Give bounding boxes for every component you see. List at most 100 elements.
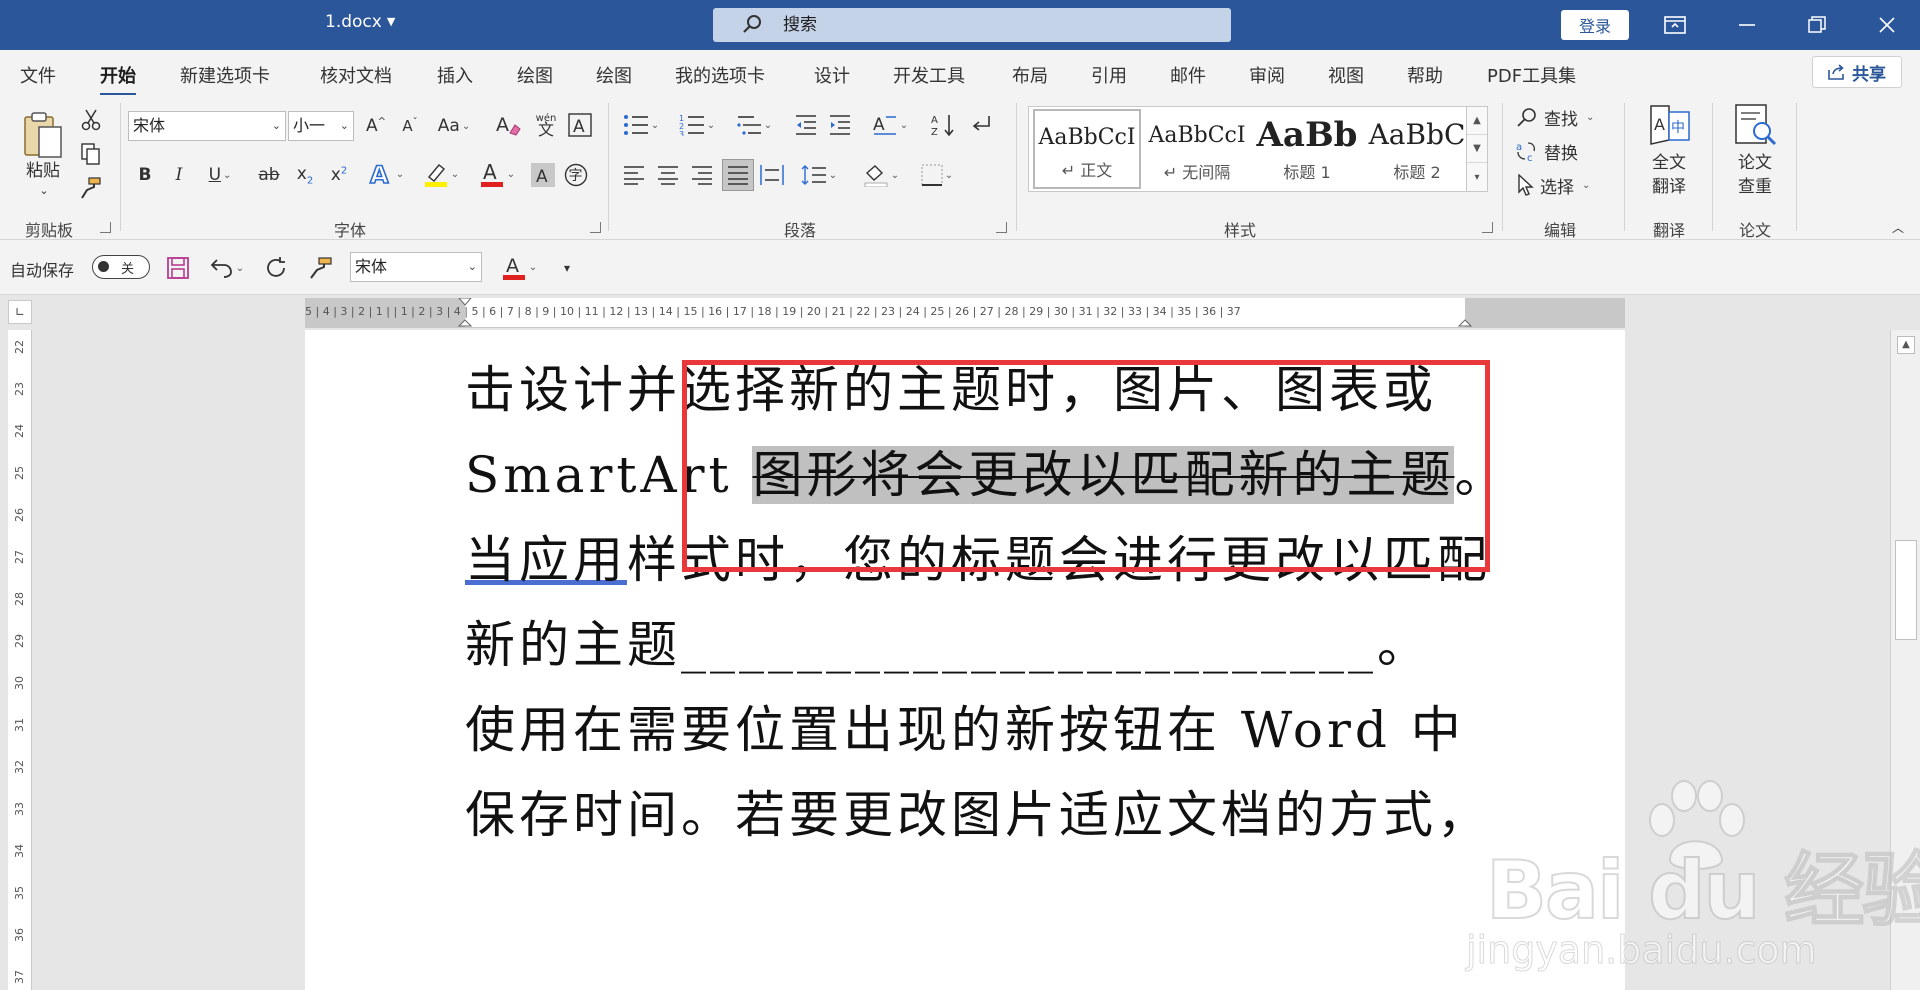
login-button[interactable]: 登录 <box>1561 10 1629 40</box>
tab-selector[interactable]: ∟ <box>8 300 32 324</box>
change-case-button[interactable]: Aa ⌄ <box>432 113 476 139</box>
style-normal[interactable]: AaBbCcI ↵ 正文 <box>1033 109 1141 189</box>
select-button[interactable]: 选择 ⌄ <box>1516 171 1606 199</box>
tab-layout[interactable]: 布局 <box>1012 62 1048 88</box>
paper-check-button[interactable] <box>1730 103 1780 147</box>
distributed-button[interactable] <box>758 161 786 189</box>
minimize-button[interactable] <box>1718 0 1776 50</box>
search-input[interactable] <box>783 11 1203 39</box>
document-page[interactable]: 击设计并选择新的主题时，图片、图表或 SmartArt 图形将会更改以匹配新的主… <box>305 330 1625 990</box>
tab-my-tab[interactable]: 我的选项卡 <box>675 62 765 88</box>
strikethrough-button[interactable]: ab <box>254 161 284 189</box>
redo-button[interactable] <box>262 254 292 282</box>
tab-insert[interactable]: 插入 <box>437 62 473 88</box>
indent-marker-icon[interactable] <box>457 298 473 328</box>
chinese-layout-button[interactable]: A ⌄ <box>866 111 914 139</box>
qat-font-name-combo[interactable]: 宋体 ⌄ <box>350 252 482 282</box>
paste-button[interactable] <box>18 105 68 165</box>
underline-button[interactable]: U ⌄ <box>200 161 240 189</box>
restore-button[interactable] <box>1788 0 1846 50</box>
style-heading-2[interactable]: AaBbC 标题 2 <box>1363 109 1471 189</box>
align-center-button[interactable] <box>654 161 682 189</box>
justify-button[interactable] <box>722 159 754 191</box>
tab-design[interactable]: 设计 <box>814 62 850 88</box>
tab-proofread[interactable]: 核对文档 <box>320 62 392 88</box>
tab-file[interactable]: 文件 <box>20 62 56 88</box>
format-painter-button[interactable] <box>78 175 104 201</box>
tab-draw-2[interactable]: 绘图 <box>596 62 632 88</box>
scroll-up-button[interactable]: ▲ <box>1897 336 1915 354</box>
tab-new-tab[interactable]: 新建选项卡 <box>180 62 270 88</box>
bullets-button[interactable]: ⌄ <box>618 111 664 139</box>
scrollbar-thumb[interactable] <box>1895 540 1917 640</box>
superscript-button[interactable]: x2 <box>326 161 352 189</box>
italic-button[interactable]: I <box>166 161 192 189</box>
copy-button[interactable] <box>78 141 104 167</box>
align-right-button[interactable] <box>688 161 716 189</box>
ribbon-display-options-button[interactable] <box>1646 0 1704 50</box>
find-button[interactable]: 查找 ⌄ <box>1516 103 1606 131</box>
tab-home[interactable]: 开始 <box>100 62 136 96</box>
shading-button[interactable]: ⌄ <box>858 161 904 189</box>
customize-qat-button[interactable]: ▾ <box>556 254 578 282</box>
save-button[interactable] <box>164 254 192 282</box>
cut-button[interactable] <box>78 107 104 133</box>
tab-view[interactable]: 视图 <box>1328 62 1364 88</box>
qat-font-color-button[interactable]: A ⌄ <box>496 252 542 282</box>
line-spacing-button[interactable]: ⌄ <box>796 161 842 189</box>
shrink-font-button[interactable]: Aˇ <box>396 113 424 139</box>
enclose-characters-button[interactable]: 字 <box>562 161 590 189</box>
search-box[interactable] <box>713 8 1231 42</box>
close-button[interactable] <box>1858 0 1916 50</box>
right-indent-marker-icon[interactable] <box>1457 298 1473 328</box>
document-title[interactable]: 1.docx ▼ <box>325 12 395 32</box>
autosave-toggle[interactable]: 关 <box>92 255 150 279</box>
show-formatting-marks-button[interactable] <box>966 111 996 139</box>
borders-button[interactable]: ⌄ <box>914 161 960 189</box>
font-name-combo[interactable]: 宋体 ⌄ <box>128 111 286 141</box>
text-effects-button[interactable]: A ⌄ <box>364 159 408 189</box>
gallery-up-button[interactable]: ▲ <box>1467 107 1487 135</box>
bold-button[interactable]: B <box>132 161 158 189</box>
styles-launcher[interactable] <box>1482 222 1493 233</box>
style-no-spacing[interactable]: AaBbCcI ↵ 无间隔 <box>1143 109 1251 189</box>
tab-references[interactable]: 引用 <box>1091 62 1127 88</box>
replace-button[interactable]: ac 替换 <box>1516 137 1606 165</box>
decrease-indent-button[interactable] <box>792 111 820 139</box>
full-translate-button[interactable]: A中 <box>1644 103 1694 147</box>
subscript-button[interactable]: x2 <box>292 161 318 189</box>
character-border-button[interactable]: A <box>566 111 594 139</box>
share-button[interactable]: 共享 <box>1812 56 1902 88</box>
style-heading-1[interactable]: AaBb 标题 1 <box>1253 109 1361 189</box>
tab-pdf-tools[interactable]: PDF工具集 <box>1487 62 1576 88</box>
multilevel-list-button[interactable]: ⌄ <box>730 111 778 139</box>
numbering-button[interactable]: 1 2 3 ⌄ <box>674 111 720 139</box>
tab-mailings[interactable]: 邮件 <box>1170 62 1206 88</box>
tab-help[interactable]: 帮助 <box>1407 62 1443 88</box>
horizontal-ruler[interactable]: 5 | 4 | 3 | 2 | 1 | | 1 | 2 | 3 | 4 | 5 … <box>305 298 1625 328</box>
increase-indent-button[interactable] <box>826 111 854 139</box>
sort-button[interactable]: AZ <box>928 111 958 139</box>
paragraph-launcher[interactable] <box>996 222 1007 233</box>
font-color-button[interactable]: A ⌄ <box>474 159 520 189</box>
tab-draw-1[interactable]: 绘图 <box>517 62 553 88</box>
font-size-combo[interactable]: 小一 ⌄ <box>288 111 354 141</box>
align-left-button[interactable] <box>620 161 648 189</box>
tab-review[interactable]: 审阅 <box>1249 62 1285 88</box>
vertical-ruler[interactable]: 22 23 24 25 26 27 28 29 30 31 32 33 34 35 36 37 <box>8 330 32 990</box>
clear-formatting-button[interactable]: A <box>494 111 522 139</box>
gallery-down-button[interactable]: ▼ <box>1467 135 1487 163</box>
gallery-more-button[interactable]: ▾ <box>1467 163 1487 191</box>
font-launcher[interactable] <box>590 222 601 233</box>
collapse-ribbon-button[interactable]: ︿ <box>1888 219 1908 235</box>
character-shading-button[interactable]: A <box>530 161 556 189</box>
phonetic-guide-button[interactable]: wén 文 <box>532 109 560 139</box>
highlight-color-button[interactable]: ⌄ <box>418 159 464 189</box>
tab-developer[interactable]: 开发工具 <box>893 62 965 88</box>
paste-dropdown[interactable]: ⌄ <box>34 183 54 197</box>
undo-button[interactable]: ⌄ <box>206 254 248 282</box>
clipboard-launcher[interactable] <box>100 222 111 233</box>
format-painter-qat-button[interactable] <box>306 254 336 282</box>
grow-font-button[interactable]: A^ <box>362 113 390 139</box>
vertical-scrollbar[interactable]: ▲ <box>1890 330 1920 990</box>
